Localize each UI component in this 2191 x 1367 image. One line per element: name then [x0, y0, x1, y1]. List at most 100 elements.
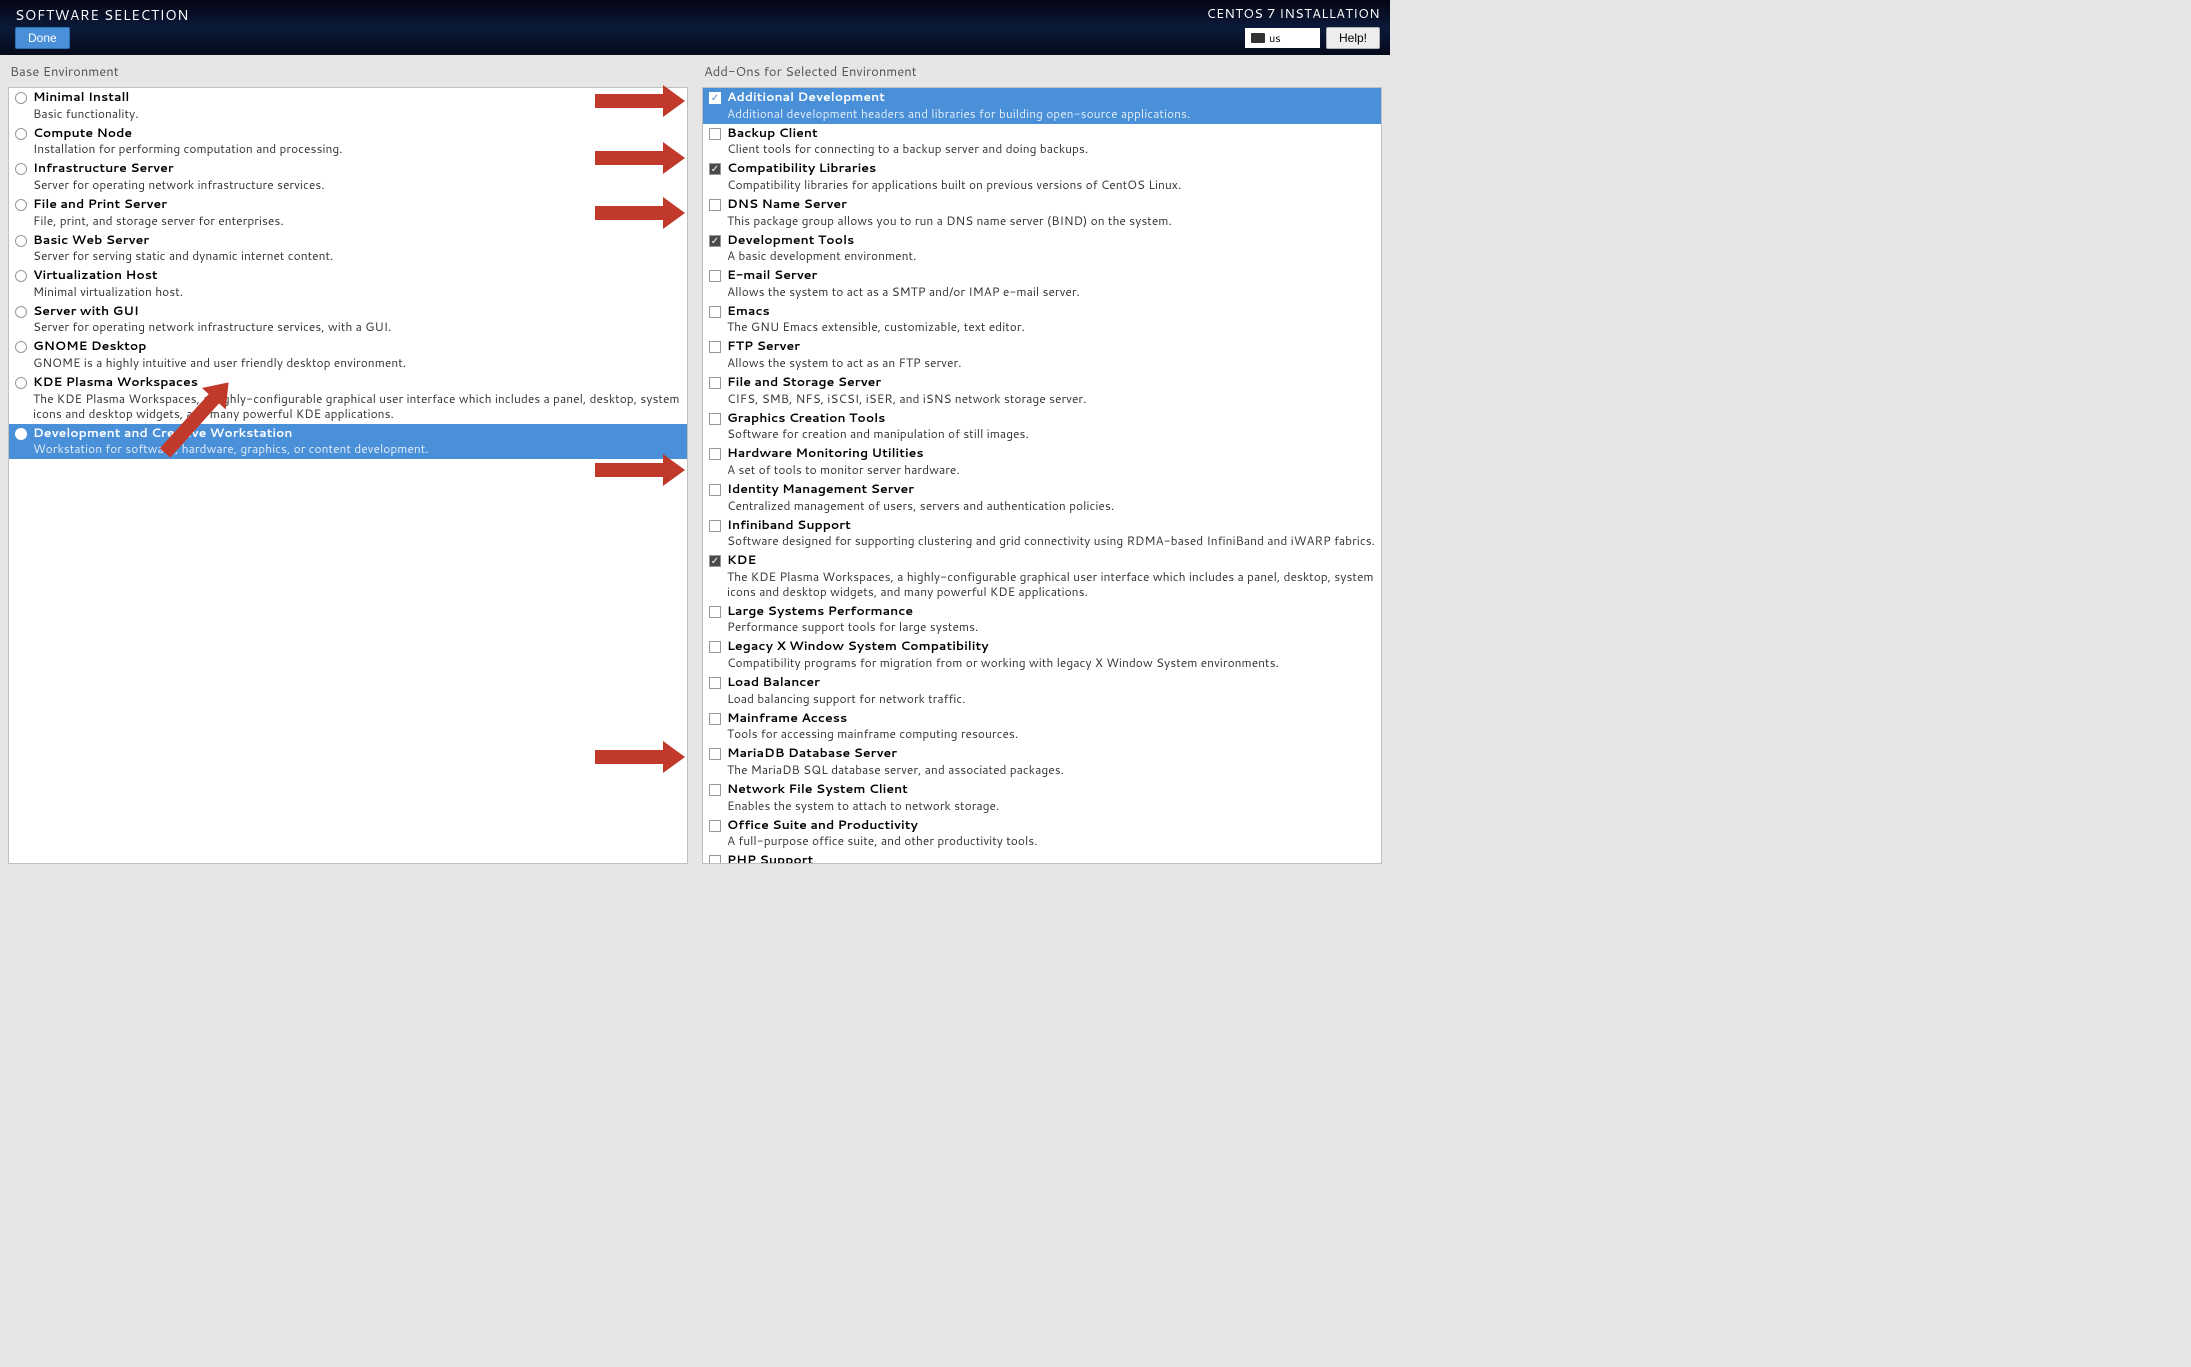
checkbox-mariadb[interactable]: [709, 748, 721, 760]
item-desc: Compatibility libraries for applications…: [727, 177, 1181, 192]
checkbox-ib[interactable]: [709, 520, 721, 532]
addon-item-nfsclient[interactable]: Network File System ClientEnables the sy…: [703, 780, 1381, 816]
item-title: Server with GUI: [33, 304, 391, 320]
checkbox-emacs[interactable]: [709, 306, 721, 318]
addon-item-lb[interactable]: Load BalancerLoad balancing support for …: [703, 673, 1381, 709]
addon-item-gfx[interactable]: Graphics Creation ToolsSoftware for crea…: [703, 409, 1381, 445]
item-title: Network File System Client: [727, 782, 999, 798]
item-text: Identity Management ServerCentralized ma…: [727, 482, 1114, 513]
base-env-item-gnome[interactable]: GNOME DesktopGNOME is a highly intuitive…: [9, 337, 687, 373]
checkbox-kde[interactable]: [709, 555, 721, 567]
checkbox-mainframe[interactable]: [709, 713, 721, 725]
item-desc: Minimal virtualization host.: [33, 284, 183, 299]
addon-item-devtools[interactable]: Development ToolsA basic development env…: [703, 231, 1381, 267]
base-env-item-virt[interactable]: Virtualization HostMinimal virtualizatio…: [9, 266, 687, 302]
addon-item-ftp[interactable]: FTP ServerAllows the system to act as an…: [703, 337, 1381, 373]
item-desc: Tools for accessing mainframe computing …: [727, 726, 1018, 741]
column-separator: [688, 60, 702, 864]
addon-item-mainframe[interactable]: Mainframe AccessTools for accessing main…: [703, 709, 1381, 745]
item-text: DNS Name ServerThis package group allows…: [727, 197, 1172, 228]
base-env-item-basicweb[interactable]: Basic Web ServerServer for serving stati…: [9, 231, 687, 267]
addon-item-kde[interactable]: KDEThe KDE Plasma Workspaces, a highly-c…: [703, 551, 1381, 602]
item-desc: A set of tools to monitor server hardwar…: [727, 462, 960, 477]
checkbox-hwmon[interactable]: [709, 448, 721, 460]
addon-item-lgperf[interactable]: Large Systems PerformancePerformance sup…: [703, 602, 1381, 638]
item-title: File and Print Server: [33, 197, 284, 213]
addon-item-mariadb[interactable]: MariaDB Database ServerThe MariaDB SQL d…: [703, 744, 1381, 780]
addon-item-idm[interactable]: Identity Management ServerCentralized ma…: [703, 480, 1381, 516]
checkbox-compat[interactable]: [709, 163, 721, 175]
addon-item-hwmon[interactable]: Hardware Monitoring UtilitiesA set of to…: [703, 444, 1381, 480]
item-title: Large Systems Performance: [727, 604, 978, 620]
item-text: Hardware Monitoring UtilitiesA set of to…: [727, 446, 960, 477]
base-env-item-kdews[interactable]: KDE Plasma WorkspacesThe KDE Plasma Work…: [9, 373, 687, 424]
checkbox-php[interactable]: [709, 855, 721, 864]
item-text: Server with GUIServer for operating netw…: [33, 304, 391, 335]
item-text: Compute NodeInstallation for performing …: [33, 126, 343, 157]
help-button[interactable]: Help!: [1326, 27, 1380, 49]
checkbox-devtools[interactable]: [709, 235, 721, 247]
base-env-list[interactable]: Minimal InstallBasic functionality.Compu…: [8, 87, 688, 864]
addon-item-php[interactable]: PHP SupportPHP web application framework…: [703, 851, 1381, 864]
addon-item-ib[interactable]: Infiniband SupportSoftware designed for …: [703, 516, 1381, 552]
base-env-item-minimal[interactable]: Minimal InstallBasic functionality.: [9, 88, 687, 124]
addon-item-files[interactable]: File and Storage ServerCIFS, SMB, NFS, i…: [703, 373, 1381, 409]
radio-basicweb[interactable]: [15, 235, 27, 247]
header-left: SOFTWARE SELECTION Done: [15, 5, 189, 49]
item-title: Compute Node: [33, 126, 343, 142]
item-title: Virtualization Host: [33, 268, 183, 284]
checkbox-ftp[interactable]: [709, 341, 721, 353]
item-text: Infiniband SupportSoftware designed for …: [727, 518, 1375, 549]
addon-item-adddev[interactable]: Additional DevelopmentAdditional develop…: [703, 88, 1381, 124]
checkbox-lgperf[interactable]: [709, 606, 721, 618]
item-title: MariaDB Database Server: [727, 746, 1064, 762]
addon-item-backup[interactable]: Backup ClientClient tools for connecting…: [703, 124, 1381, 160]
checkbox-adddev[interactable]: [709, 92, 721, 104]
addon-item-emacs[interactable]: EmacsThe GNU Emacs extensible, customiza…: [703, 302, 1381, 338]
item-text: KDE Plasma WorkspacesThe KDE Plasma Work…: [33, 375, 681, 421]
base-env-item-servergui[interactable]: Server with GUIServer for operating netw…: [9, 302, 687, 338]
item-desc: Enables the system to attach to network …: [727, 798, 999, 813]
item-title: Development and Creative Workstation: [33, 426, 429, 442]
item-text: Additional DevelopmentAdditional develop…: [727, 90, 1190, 121]
checkbox-idm[interactable]: [709, 484, 721, 496]
radio-compute[interactable]: [15, 128, 27, 140]
radio-infra[interactable]: [15, 163, 27, 175]
addon-item-dns[interactable]: DNS Name ServerThis package group allows…: [703, 195, 1381, 231]
base-env-item-fileprint[interactable]: File and Print ServerFile, print, and st…: [9, 195, 687, 231]
base-env-item-devws[interactable]: Development and Creative WorkstationWork…: [9, 424, 687, 460]
page-title: SOFTWARE SELECTION: [15, 5, 189, 25]
item-title: KDE: [727, 553, 1375, 569]
checkbox-email[interactable]: [709, 270, 721, 282]
base-env-item-compute[interactable]: Compute NodeInstallation for performing …: [9, 124, 687, 160]
radio-gnome[interactable]: [15, 341, 27, 353]
item-desc: A full-purpose office suite, and other p…: [727, 833, 1038, 848]
checkbox-nfsclient[interactable]: [709, 784, 721, 796]
base-env-item-infra[interactable]: Infrastructure ServerServer for operatin…: [9, 159, 687, 195]
radio-kdews[interactable]: [15, 377, 27, 389]
addons-list[interactable]: Additional DevelopmentAdditional develop…: [702, 87, 1382, 864]
checkbox-lb[interactable]: [709, 677, 721, 689]
header-controls: us Help!: [1245, 27, 1380, 49]
radio-minimal[interactable]: [15, 92, 27, 104]
checkbox-files[interactable]: [709, 377, 721, 389]
checkbox-dns[interactable]: [709, 199, 721, 211]
radio-virt[interactable]: [15, 270, 27, 282]
keyboard-indicator[interactable]: us: [1245, 28, 1320, 48]
item-text: Backup ClientClient tools for connecting…: [727, 126, 1088, 157]
addon-item-compat[interactable]: Compatibility LibrariesCompatibility lib…: [703, 159, 1381, 195]
addon-item-office[interactable]: Office Suite and ProductivityA full-purp…: [703, 816, 1381, 852]
radio-servergui[interactable]: [15, 306, 27, 318]
item-title: FTP Server: [727, 339, 961, 355]
item-title: E-mail Server: [727, 268, 1080, 284]
base-env-header: Base Environment: [8, 60, 688, 87]
radio-fileprint[interactable]: [15, 199, 27, 211]
done-button[interactable]: Done: [15, 27, 70, 49]
checkbox-legx[interactable]: [709, 641, 721, 653]
checkbox-backup[interactable]: [709, 128, 721, 140]
checkbox-gfx[interactable]: [709, 413, 721, 425]
addon-item-email[interactable]: E-mail ServerAllows the system to act as…: [703, 266, 1381, 302]
radio-devws[interactable]: [15, 428, 27, 440]
checkbox-office[interactable]: [709, 820, 721, 832]
addon-item-legx[interactable]: Legacy X Window System CompatibilityComp…: [703, 637, 1381, 673]
